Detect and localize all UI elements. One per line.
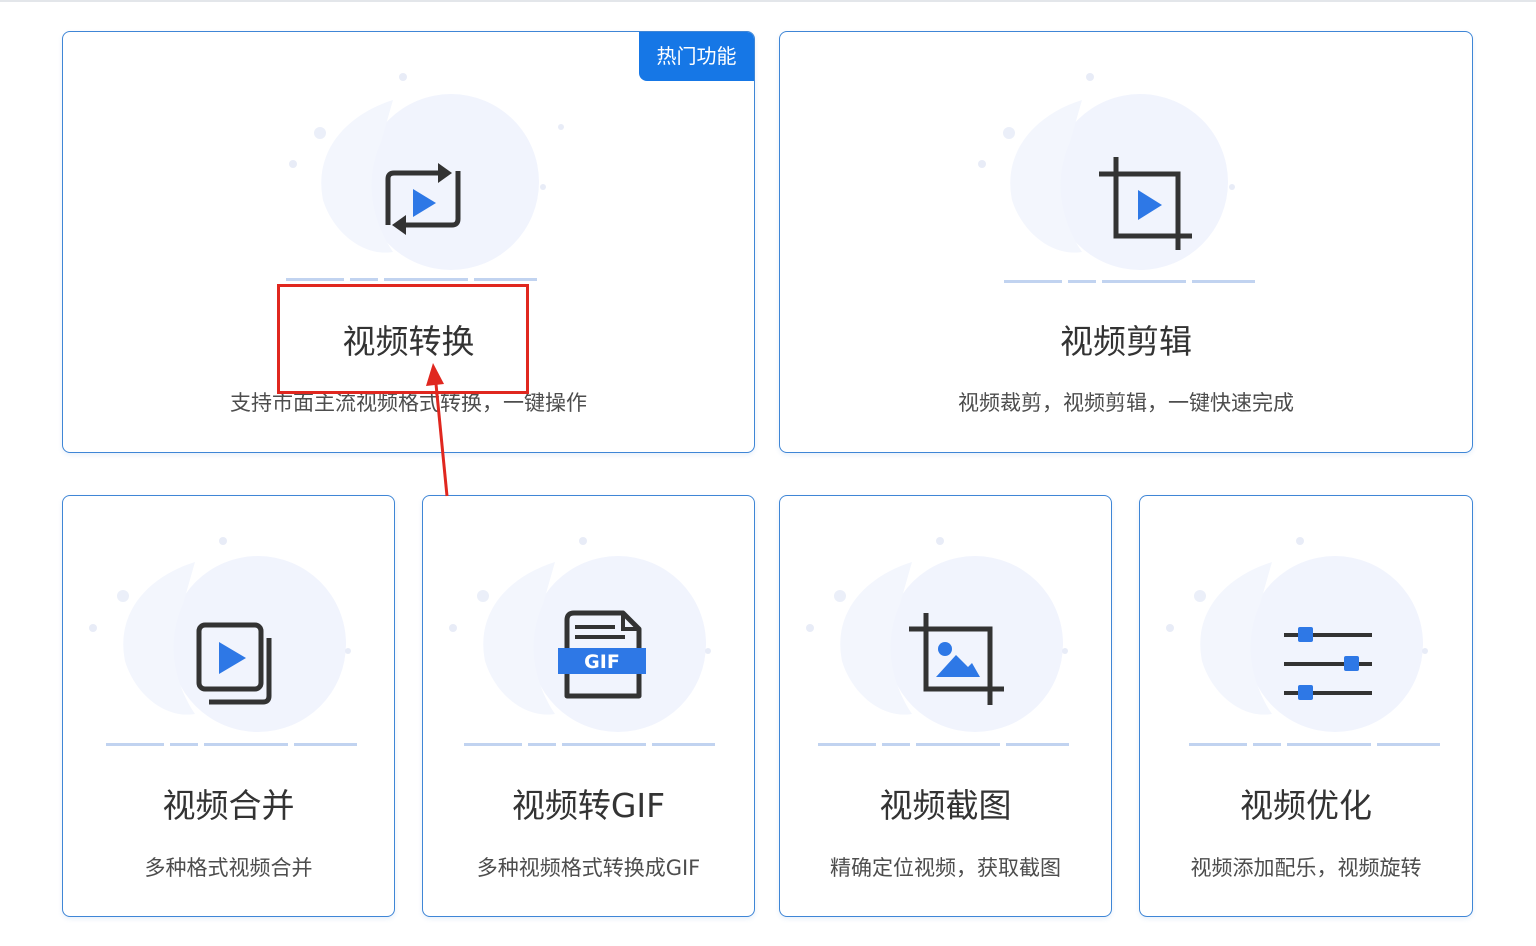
merge-icon: [196, 622, 272, 705]
hot-feature-badge: 热门功能: [639, 32, 754, 81]
top-divider: [0, 0, 1536, 2]
card-title: 视频合并: [162, 786, 295, 825]
card-title: 视频优化: [1240, 786, 1372, 825]
card-title: 视频转GIF: [511, 786, 666, 825]
card-video-merge[interactable]: 视频合并 多种格式视频合并: [62, 495, 395, 917]
card-description: 视频裁剪，视频剪辑，一键快速完成: [958, 391, 1294, 415]
card-title: 视频转换: [342, 322, 475, 361]
card-video-clip[interactable]: 视频剪辑 视频裁剪，视频剪辑，一键快速完成: [779, 31, 1473, 453]
card-description: 多种视频格式转换成GIF: [476, 856, 701, 880]
card-video-optimize[interactable]: 视频优化 视频添加配乐，视频旋转: [1139, 495, 1473, 917]
card-description: 支持市面主流视频格式转换，一键操作: [230, 391, 587, 415]
card-video-convert[interactable]: 热门功能 视频转换 支持市面主流视频格式转换，一键操作: [62, 31, 755, 453]
sliders-icon: [1284, 627, 1372, 700]
card-description: 多种格式视频合并: [144, 856, 313, 880]
screenshot-icon: [909, 613, 1004, 705]
convert-icon: [385, 163, 461, 235]
gif-icon: GIF: [558, 610, 646, 699]
crop-video-icon: [1099, 157, 1192, 250]
card-video-screenshot[interactable]: 视频截图 精确定位视频，获取截图: [779, 495, 1112, 917]
gif-icon-label: GIF: [584, 651, 620, 673]
card-description: 精确定位视频，获取截图: [830, 856, 1061, 880]
card-title: 视频剪辑: [1060, 322, 1192, 361]
card-video-to-gif[interactable]: GIF 视频转GIF 多种视频格式转换成GIF: [422, 495, 755, 917]
card-title: 视频截图: [879, 786, 1012, 825]
card-description: 视频添加配乐，视频旋转: [1190, 856, 1422, 880]
